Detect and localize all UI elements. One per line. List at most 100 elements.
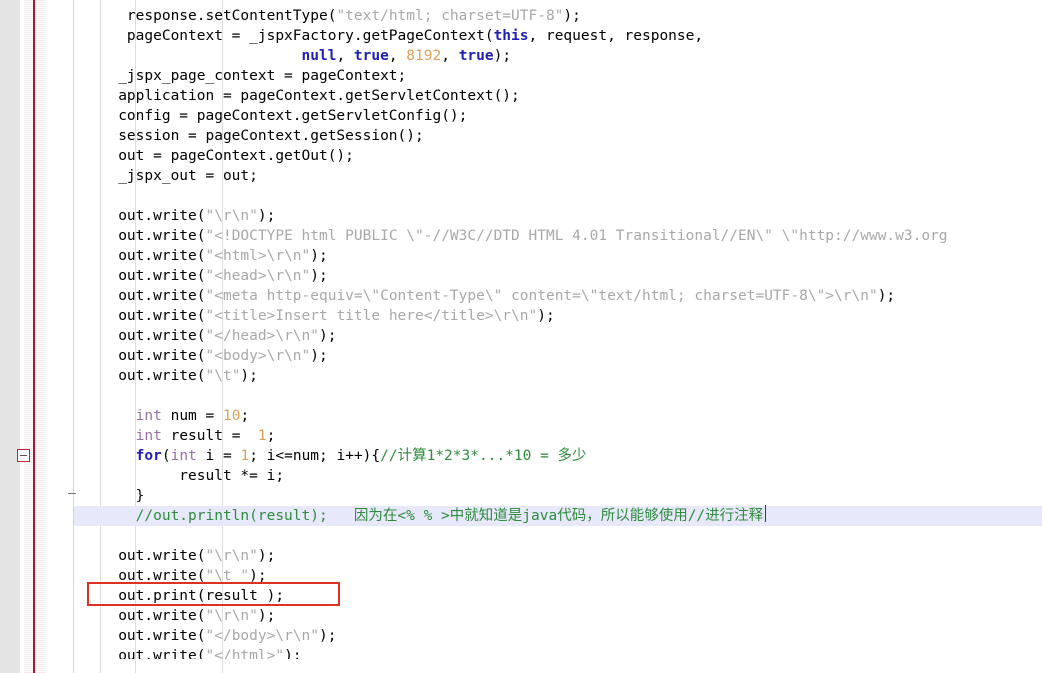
code-token-pl: out.write(: [92, 368, 206, 384]
code-token-str: "\r\n": [205, 208, 258, 224]
code-line[interactable]: out.write("\t");: [74, 366, 1042, 386]
code-line[interactable]: out.write("<body>\r\n");: [74, 346, 1042, 366]
code-line[interactable]: [74, 186, 1042, 206]
code-line[interactable]: int num = 10;: [74, 406, 1042, 426]
code-token-pl: );: [257, 208, 276, 224]
code-token-pl: out = pageContext.getOut();: [92, 148, 354, 164]
change-marker-band: [24, 0, 46, 673]
code-token-pl: out.write(: [92, 228, 206, 244]
fold-collapse-icon[interactable]: [17, 449, 30, 462]
code-line[interactable]: out = pageContext.getOut();: [74, 146, 1042, 166]
code-line[interactable]: [74, 526, 1042, 546]
code-token-str: "<title>Insert title here</title>\r\n": [205, 308, 538, 324]
code-line[interactable]: _jspx_out = out;: [74, 166, 1042, 186]
code-line[interactable]: for(int i = 1; i<=num; i++){//计算1*2*3*..…: [74, 446, 1042, 466]
code-token-pl: _jspx_out = out;: [92, 168, 258, 184]
code-line[interactable]: out.write("</body>\r\n");: [74, 626, 1042, 646]
code-token-pl: out.write(: [92, 208, 206, 224]
code-token-pl: out.write(: [92, 268, 206, 284]
code-token-pl: );: [257, 548, 276, 564]
code-line[interactable]: null, true, 8192, true);: [74, 46, 1042, 66]
code-token-kw: true: [353, 48, 389, 64]
code-token-pl: out.write(: [92, 308, 206, 324]
code-token-pl: application = pageContext.getServletCont…: [92, 88, 520, 104]
code-token-pl: num =: [161, 408, 223, 424]
code-token-pl: , request, response,: [528, 28, 704, 44]
code-line[interactable]: result *= i;: [74, 466, 1042, 486]
code-token-pl: );: [240, 368, 258, 384]
code-token-str: "\t ": [205, 568, 250, 584]
code-token-pl: );: [877, 288, 896, 304]
code-line[interactable]: _jspx_page_context = pageContext;: [74, 66, 1042, 86]
code-token-pl: );: [310, 268, 328, 284]
code-line[interactable]: out.write("<!DOCTYPE html PUBLIC \"-//W3…: [74, 226, 1042, 246]
code-line[interactable]: out.write("\t ");: [74, 566, 1042, 586]
code-editor-window: response.setContentType("text/html; char…: [0, 0, 1042, 673]
text-caret: [765, 505, 766, 522]
code-token-pl: out.write(: [92, 548, 206, 564]
code-token-pl: pageContext = _jspxFactory.getPageContex…: [92, 28, 494, 44]
code-token-pl: ;: [266, 428, 276, 444]
code-token-type: int: [135, 428, 162, 444]
code-token-pl: ,: [388, 48, 407, 64]
code-token-pl: );: [310, 248, 328, 264]
code-token-pl: out.write(: [92, 628, 206, 644]
code-line[interactable]: }: [74, 486, 1042, 506]
code-line[interactable]: [74, 386, 1042, 406]
code-line[interactable]: out.write("\r\n");: [74, 206, 1042, 226]
code-token-pl: );: [493, 48, 512, 64]
code-token-cmt: //out.println(result); 因为在<% % >中就知道是jav…: [92, 508, 764, 524]
code-token-str: "</html>": [205, 648, 285, 659]
code-token-pl: );: [563, 8, 581, 24]
code-line[interactable]: out.write("<meta http-equiv=\"Content-Ty…: [74, 286, 1042, 306]
code-token-str: "<body>\r\n": [205, 348, 311, 364]
code-token-str: "text/html; charset=UTF-8": [336, 8, 564, 24]
code-token-str: "\t": [205, 368, 241, 384]
code-token-pl: }: [92, 488, 145, 504]
code-token-pl: out.write(: [92, 288, 206, 304]
code-line[interactable]: out.write("\r\n");: [74, 606, 1042, 626]
code-token-type: int: [170, 448, 197, 464]
code-token-pl: out.write(: [92, 648, 206, 659]
code-token-str: "<head>\r\n": [205, 268, 311, 284]
code-line[interactable]: pageContext = _jspxFactory.getPageContex…: [74, 26, 1042, 46]
code-token-num: 8192: [406, 48, 442, 64]
code-line[interactable]: session = pageContext.getSession();: [74, 126, 1042, 146]
code-text-area[interactable]: response.setContentType("text/html; char…: [74, 0, 1042, 659]
code-token-num: 1: [257, 428, 267, 444]
code-token-pl: out.write(: [92, 348, 206, 364]
code-token-kw: for: [135, 448, 162, 464]
code-token-str: "<!DOCTYPE html PUBLIC \"-//W3C//DTD HTM…: [205, 228, 948, 244]
code-line[interactable]: config = pageContext.getServletConfig();: [74, 106, 1042, 126]
code-line[interactable]: out.write("<head>\r\n");: [74, 266, 1042, 286]
code-line-highlighted[interactable]: //out.println(result); 因为在<% % >中就知道是jav…: [74, 506, 1042, 526]
code-token-str: "\r\n": [205, 608, 258, 624]
code-line[interactable]: out.write("\r\n");: [74, 546, 1042, 566]
code-token-pl: );: [249, 568, 267, 584]
code-token-pl: ; i<=num; i++){: [249, 448, 381, 464]
code-line[interactable]: out.write("</html>");: [74, 646, 1042, 659]
code-line[interactable]: int result = 1;: [74, 426, 1042, 446]
code-line[interactable]: out.write("<html>\r\n");: [74, 246, 1042, 266]
code-token-pl: (: [161, 448, 171, 464]
code-token-num: 1: [240, 448, 250, 464]
code-token-num: 10: [222, 408, 241, 424]
code-token-str: "<html>\r\n": [205, 248, 311, 264]
code-token-pl: );: [319, 328, 337, 344]
code-line[interactable]: out.write("<title>Insert title here</tit…: [74, 306, 1042, 326]
code-line[interactable]: application = pageContext.getServletCont…: [74, 86, 1042, 106]
code-token-kw: null: [301, 48, 337, 64]
code-token-pl: response.setContentType(: [92, 8, 337, 24]
code-line[interactable]: response.setContentType("text/html; char…: [74, 6, 1042, 26]
code-token-type: int: [135, 408, 162, 424]
code-token-pl: ,: [441, 48, 459, 64]
code-token-pl: out.write(: [92, 248, 206, 264]
code-token-pl: );: [257, 608, 276, 624]
code-token-pl: session = pageContext.getSession();: [92, 128, 424, 144]
code-line[interactable]: out.write("</head>\r\n");: [74, 326, 1042, 346]
code-line[interactable]: out.print(result );: [74, 586, 1042, 606]
